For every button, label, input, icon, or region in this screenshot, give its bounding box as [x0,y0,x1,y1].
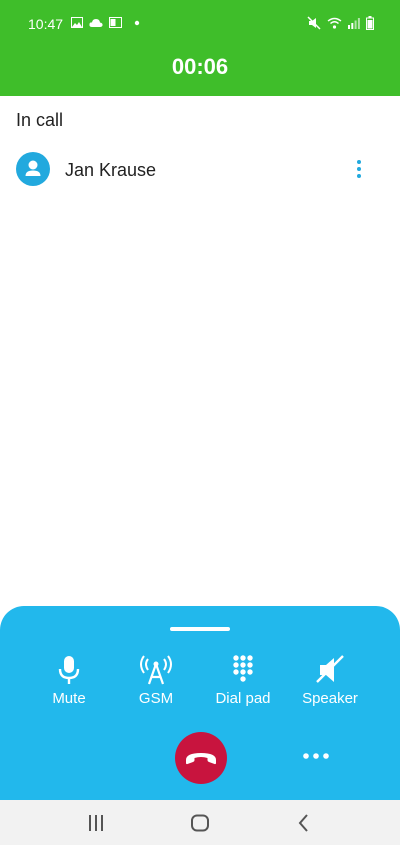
status-time: 10:47 [28,16,64,32]
status-bar: 10:47 [0,0,400,48]
outlook-icon [109,17,122,28]
status-icons-left [71,17,140,28]
participant-name: Jan Krause [65,160,157,180]
person-icon [25,160,41,176]
dial-pad-label: Dial pad [215,690,271,707]
gallery-icon [71,17,83,28]
call-controls: Mute GSM Dial pad Speaker [0,654,400,714]
gsm-button[interactable]: GSM [116,654,196,707]
notification-dot-icon [134,20,140,25]
speaker-button[interactable]: Speaker [290,654,370,707]
more-horiz-icon[interactable] [300,746,332,766]
dialpad-icon [233,655,253,682]
cloud-icon [89,18,103,27]
signal-icon [348,18,360,29]
speaker-label: Speaker [302,690,358,707]
antenna-icon [140,655,172,685]
call-state-label: In call [16,110,64,130]
mute-status-icon [307,16,321,30]
dial-pad-button[interactable]: Dial pad [203,654,283,707]
avatar [16,152,50,186]
system-nav-bar [0,800,400,845]
mute-label: Mute [52,690,86,707]
battery-icon [366,16,374,30]
end-call-icon [186,753,216,765]
back-icon[interactable] [292,812,316,834]
recents-icon[interactable] [84,812,108,834]
home-icon[interactable] [188,812,212,834]
participant-row[interactable]: Jan Krause [0,152,400,192]
call-controls-panel: Mute GSM Dial pad Speaker [0,606,400,800]
more-vert-icon[interactable] [350,154,368,184]
call-timer: 00:06 [171,54,229,79]
mute-button[interactable]: Mute [29,654,109,707]
speaker-off-icon [316,655,344,683]
panel-drag-handle[interactable] [170,627,230,631]
gsm-label: GSM [138,690,174,707]
wifi-icon [327,17,342,29]
microphone-icon [58,656,80,684]
status-icons-right [307,16,374,30]
call-header: 10:47 00:06 [0,0,400,96]
end-call-button[interactable] [175,732,227,784]
